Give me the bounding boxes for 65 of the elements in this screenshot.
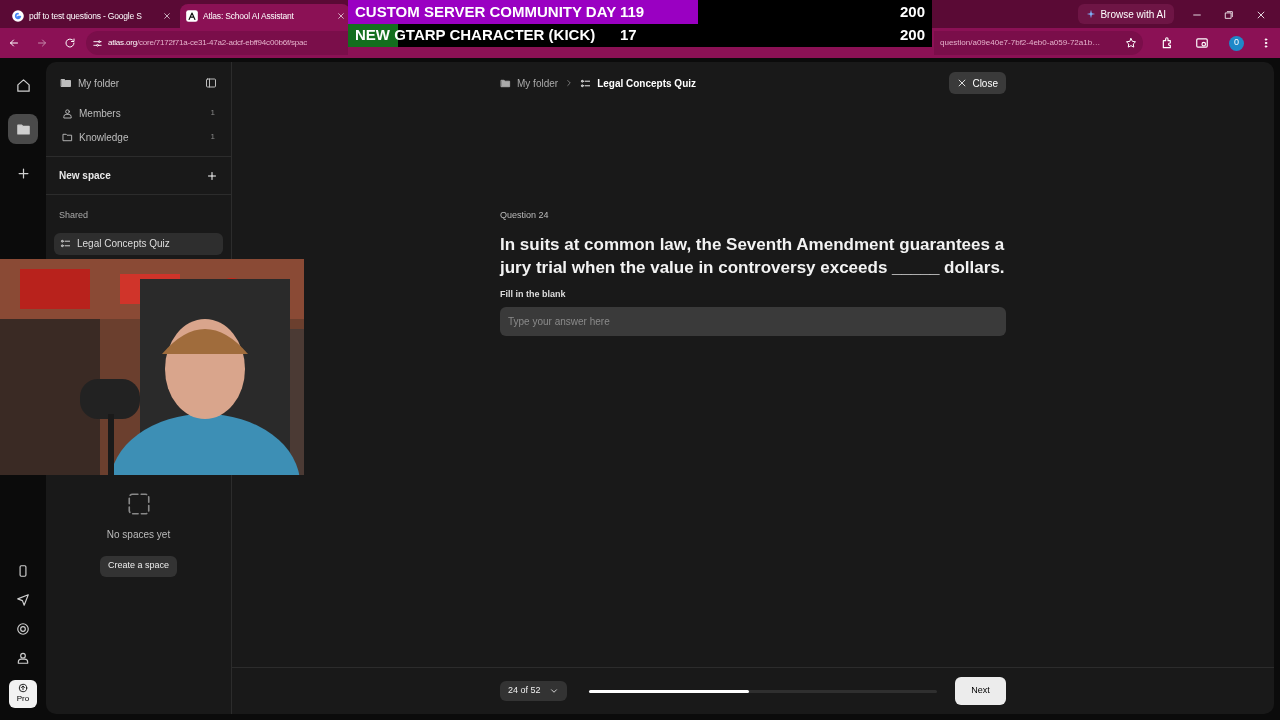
plus-icon[interactable] <box>206 169 218 182</box>
lifebuoy-icon[interactable] <box>16 622 30 636</box>
close-icon <box>957 78 968 88</box>
browser-tab[interactable]: Atlas: School AI Assistant <box>180 4 350 28</box>
browse-ai-button[interactable]: Browse with AI <box>1078 4 1174 24</box>
close-icon[interactable] <box>1256 10 1266 20</box>
breadcrumb-link[interactable]: My folder <box>500 75 559 91</box>
address-bar-end[interactable]: question/a09e40e7-7bf2-4eb0-a059-72a1b… <box>934 31 1143 55</box>
profile-avatar[interactable]: 0 <box>1229 35 1244 51</box>
answer-field[interactable]: Type your answer here <box>500 307 1006 336</box>
folder-title: My folder <box>78 76 121 91</box>
address-bar[interactable]: atlas.org/core/7172f71a-ce31-47a2-adcf-ebff94c00b6f/spac <box>86 31 348 55</box>
question-text: In suits at common law, the Seventh Amendment guarantees a jury trial when the value in controversy exceeds _____ dollars. <box>500 233 1006 279</box>
folder-icon <box>60 77 72 89</box>
goal-count: 17 <box>620 25 638 45</box>
sidebar-item[interactable]: Members 1 <box>60 104 217 122</box>
star-icon[interactable] <box>1125 37 1137 49</box>
folder-icon <box>15 121 31 137</box>
section-label: New space <box>59 169 112 183</box>
question-selector[interactable]: 24 of 52 <box>500 681 567 701</box>
sidebar-item[interactable]: Knowledge 1 <box>60 128 217 146</box>
phone-icon[interactable] <box>16 564 30 578</box>
user-icon <box>62 107 73 119</box>
site-settings-icon[interactable] <box>92 37 103 49</box>
folder-icon <box>62 131 73 143</box>
create-space-button[interactable]: Create a space <box>99 555 177 577</box>
item-count: 1 <box>210 107 215 119</box>
goal-count: 119 <box>620 1 646 22</box>
close-icon[interactable] <box>163 12 171 20</box>
reload-icon[interactable] <box>64 37 76 49</box>
goal-target: 200 <box>899 1 925 22</box>
chevron-down-icon <box>548 686 559 696</box>
breadcrumb-link[interactable]: Legal Concepts Quiz <box>580 75 697 91</box>
answer-label: Fill in the blank <box>500 287 567 301</box>
sidebar-toggle-icon[interactable] <box>205 77 217 89</box>
browser-tab[interactable]: pdf to test questions - Google S <box>6 4 176 28</box>
list-icon <box>60 238 71 249</box>
home-icon <box>15 77 31 93</box>
restore-icon[interactable] <box>1224 10 1234 20</box>
upload-circle-icon <box>18 683 28 693</box>
user-icon[interactable] <box>16 651 30 665</box>
url-text: question/a09e40e7-7bf2-4eb0-a059-72a1b… <box>940 37 1101 49</box>
question-number: Question 24 <box>500 209 550 222</box>
atlas-logo-icon <box>185 9 199 23</box>
dashed-square-icon <box>125 490 152 517</box>
rail-folder-button[interactable] <box>8 114 38 144</box>
goal-target: 200 <box>899 25 925 45</box>
goal-label: NEW GTARP CHARACTER (KICK) <box>355 25 597 45</box>
send-icon[interactable] <box>16 593 30 607</box>
back-arrow-icon[interactable] <box>8 37 20 49</box>
item-count: 1 <box>210 131 215 143</box>
list-icon <box>580 77 592 89</box>
plus-icon <box>15 165 31 181</box>
folder-icon <box>500 77 511 89</box>
empty-state-text: No spaces yet <box>106 527 171 542</box>
url-text: atlas.org/core/7172f71a-ce31-47a2-adcf-ebff94c00b6f/spac <box>108 37 308 49</box>
tab-search-icon[interactable] <box>1195 36 1209 50</box>
next-button[interactable]: Next <box>955 677 1006 705</box>
close-icon[interactable] <box>337 12 345 20</box>
close-button[interactable]: Close <box>949 72 1006 94</box>
section-heading: Shared <box>58 209 90 222</box>
sidebar-item[interactable]: Legal Concepts Quiz <box>54 232 223 255</box>
pro-upgrade-button[interactable]: Pro <box>9 680 37 708</box>
goal-label: CUSTOM SERVER COMMUNITY DAY <box>355 1 618 22</box>
google-icon <box>11 9 25 23</box>
